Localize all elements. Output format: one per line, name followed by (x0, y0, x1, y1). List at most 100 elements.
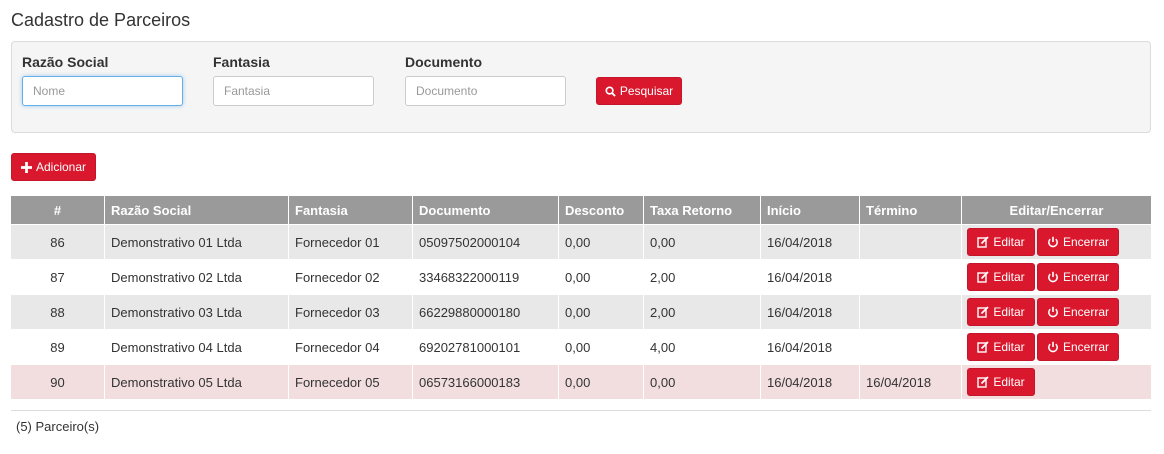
fantasia-label: Fantasia (213, 54, 270, 70)
page: Cadastro de Parceiros Razão Social Fanta… (0, 0, 1164, 454)
cell-actions: Editar (962, 364, 1151, 399)
add-button[interactable]: Adicionar (11, 153, 96, 181)
page-title: Cadastro de Parceiros (11, 10, 191, 30)
cell-actions: Editar Encerrar (962, 259, 1151, 294)
cell-inicio: 16/04/2018 (761, 364, 860, 399)
cell-fantasia: Fornecedor 01 (289, 224, 413, 259)
power-icon (1047, 271, 1059, 283)
edit-button[interactable]: Editar (967, 298, 1035, 326)
cell-fantasia: Fornecedor 05 (289, 364, 413, 399)
fantasia-field: Fantasia (213, 54, 374, 106)
cell-desconto: 0,00 (559, 224, 644, 259)
edit-button[interactable]: Editar (967, 228, 1035, 256)
edit-button-label: Editar (993, 340, 1025, 354)
end-button[interactable]: Encerrar (1037, 228, 1119, 256)
cell-id: 90 (11, 364, 105, 399)
edit-icon (977, 271, 989, 283)
cell-desconto: 0,00 (559, 259, 644, 294)
cell-termino: 16/04/2018 (860, 364, 962, 399)
edit-button-label: Editar (993, 375, 1025, 389)
cell-desconto: 0,00 (559, 329, 644, 364)
razao-social-input[interactable] (22, 76, 183, 106)
table-row: 89 Demonstrativo 04 Ltda Fornecedor 04 6… (11, 329, 1151, 364)
cell-documento: 66229880000180 (413, 294, 559, 329)
cell-taxa-retorno: 0,00 (644, 224, 761, 259)
cell-termino (860, 329, 962, 364)
edit-button-label: Editar (993, 235, 1025, 249)
fantasia-input[interactable] (213, 76, 374, 106)
cell-taxa-retorno: 0,00 (644, 364, 761, 399)
end-button[interactable]: Encerrar (1037, 263, 1119, 291)
filter-panel: Razão Social Fantasia Documento Pesquisa… (11, 41, 1151, 133)
search-icon (605, 85, 616, 97)
column-header-termino[interactable]: Término (860, 196, 962, 224)
edit-button[interactable]: Editar (967, 368, 1035, 396)
cell-inicio: 16/04/2018 (761, 329, 860, 364)
documento-label: Documento (405, 54, 482, 70)
razao-social-field: Razão Social (22, 54, 183, 106)
end-button[interactable]: Encerrar (1037, 298, 1119, 326)
column-header-taxa-retorno[interactable]: Taxa Retorno (644, 196, 761, 224)
cell-documento: 69202781000101 (413, 329, 559, 364)
cell-fantasia: Fornecedor 04 (289, 329, 413, 364)
edit-icon (977, 236, 989, 248)
edit-button[interactable]: Editar (967, 333, 1035, 361)
add-button-label: Adicionar (35, 160, 87, 174)
power-icon (1047, 236, 1059, 248)
cell-taxa-retorno: 2,00 (644, 259, 761, 294)
column-header-desconto[interactable]: Desconto (559, 196, 644, 224)
cell-desconto: 0,00 (559, 294, 644, 329)
cell-taxa-retorno: 2,00 (644, 294, 761, 329)
cell-razao-social: Demonstrativo 04 Ltda (105, 329, 289, 364)
cell-inicio: 16/04/2018 (761, 224, 860, 259)
search-button[interactable]: Pesquisar (596, 77, 682, 105)
column-header-fantasia[interactable]: Fantasia (289, 196, 413, 224)
record-count: (5) Parceiro(s) (16, 419, 100, 434)
cell-actions: Editar Encerrar (962, 294, 1151, 329)
column-header-id[interactable]: # (11, 196, 105, 224)
power-icon (1047, 341, 1059, 353)
edit-icon (977, 306, 989, 318)
cell-inicio: 16/04/2018 (761, 294, 860, 329)
edit-button[interactable]: Editar (967, 263, 1035, 291)
cell-actions: Editar Encerrar (962, 329, 1151, 364)
cell-termino (860, 259, 962, 294)
column-header-inicio[interactable]: Início (761, 196, 860, 224)
power-icon (1047, 306, 1059, 318)
plus-icon (20, 161, 32, 173)
cell-fantasia: Fornecedor 03 (289, 294, 413, 329)
column-header-documento[interactable]: Documento (413, 196, 559, 224)
cell-termino (860, 294, 962, 329)
edit-icon (977, 341, 989, 353)
cell-termino (860, 224, 962, 259)
table-row: 88 Demonstrativo 03 Ltda Fornecedor 03 6… (11, 294, 1151, 329)
cell-taxa-retorno: 4,00 (644, 329, 761, 364)
cell-id: 87 (11, 259, 105, 294)
cell-id: 89 (11, 329, 105, 364)
cell-documento: 33468322000119 (413, 259, 559, 294)
cell-id: 86 (11, 224, 105, 259)
column-header-razao-social[interactable]: Razão Social (105, 196, 289, 224)
end-button[interactable]: Encerrar (1037, 333, 1119, 361)
end-button-label: Encerrar (1062, 270, 1109, 284)
cell-fantasia: Fornecedor 02 (289, 259, 413, 294)
table-row: 86 Demonstrativo 01 Ltda Fornecedor 01 0… (11, 224, 1151, 259)
cell-razao-social: Demonstrativo 02 Ltda (105, 259, 289, 294)
cell-id: 88 (11, 294, 105, 329)
documento-field: Documento (405, 54, 566, 106)
table-header-row: # Razão Social Fantasia Documento Descon… (11, 196, 1151, 224)
cell-razao-social: Demonstrativo 03 Ltda (105, 294, 289, 329)
cell-documento: 06573166000183 (413, 364, 559, 399)
divider (11, 410, 1151, 411)
table-row: 87 Demonstrativo 02 Ltda Fornecedor 02 3… (11, 259, 1151, 294)
razao-social-label: Razão Social (22, 54, 109, 70)
search-button-label: Pesquisar (619, 84, 674, 98)
cell-razao-social: Demonstrativo 05 Ltda (105, 364, 289, 399)
partners-table: # Razão Social Fantasia Documento Descon… (11, 196, 1151, 399)
documento-input[interactable] (405, 76, 566, 106)
edit-button-label: Editar (993, 305, 1025, 319)
cell-documento: 05097502000104 (413, 224, 559, 259)
edit-button-label: Editar (993, 270, 1025, 284)
column-header-actions: Editar/Encerrar (962, 196, 1151, 224)
cell-actions: Editar Encerrar (962, 224, 1151, 259)
